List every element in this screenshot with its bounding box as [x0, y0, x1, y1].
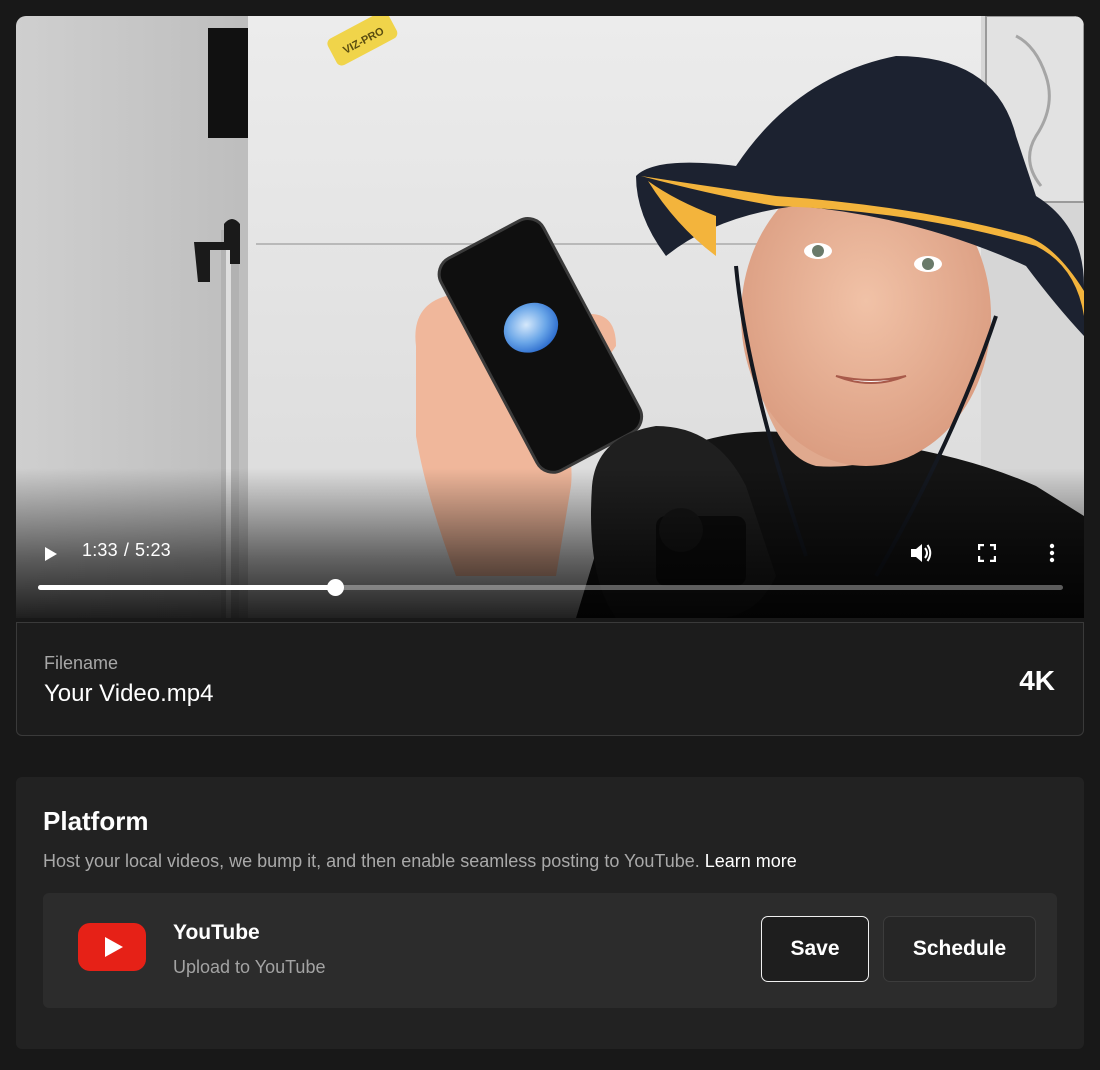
- provider-name: YouTube: [173, 921, 260, 944]
- platform-panel: Platform Host your local videos, we bump…: [16, 777, 1084, 1049]
- current-time: 1:33: [82, 540, 118, 560]
- more-options-button[interactable]: [1036, 536, 1068, 570]
- youtube-provider-card: YouTube Upload to YouTube Save Schedule: [43, 893, 1057, 1008]
- progress-fill: [38, 585, 336, 590]
- app-root: VIZ-PRO 1:33 / 5:23 Filename Your Video.…: [0, 0, 1100, 1070]
- learn-more-link[interactable]: Learn more: [705, 851, 797, 871]
- filename-label: Filename: [44, 653, 119, 673]
- duration: 5:23: [135, 540, 171, 560]
- volume-icon: [911, 544, 932, 562]
- provider-subtitle: Upload to YouTube: [173, 957, 326, 977]
- volume-button[interactable]: [904, 536, 938, 570]
- youtube-logo-icon: [78, 923, 146, 971]
- video-player[interactable]: VIZ-PRO 1:33 / 5:23: [16, 16, 1084, 618]
- file-info-bar: Filename Your Video.mp4 4K: [16, 622, 1084, 736]
- schedule-button[interactable]: Schedule: [883, 916, 1036, 982]
- filename-value: Your Video.mp4: [44, 680, 214, 707]
- play-icon: [45, 547, 57, 561]
- platform-title: Platform: [43, 806, 149, 836]
- platform-description: Host your local videos, we bump it, and …: [43, 851, 797, 872]
- fullscreen-button[interactable]: [970, 536, 1004, 570]
- save-button[interactable]: Save: [761, 916, 869, 982]
- more-vertical-icon: [1049, 543, 1055, 563]
- time-separator: /: [123, 540, 130, 560]
- progress-bar[interactable]: [38, 579, 1063, 596]
- play-button[interactable]: [34, 538, 66, 570]
- resolution-badge: 4K: [1019, 665, 1055, 696]
- platform-description-text: Host your local videos, we bump it, and …: [43, 851, 700, 871]
- fullscreen-icon: [978, 544, 996, 562]
- time-readout: 1:33/5:23: [82, 540, 171, 561]
